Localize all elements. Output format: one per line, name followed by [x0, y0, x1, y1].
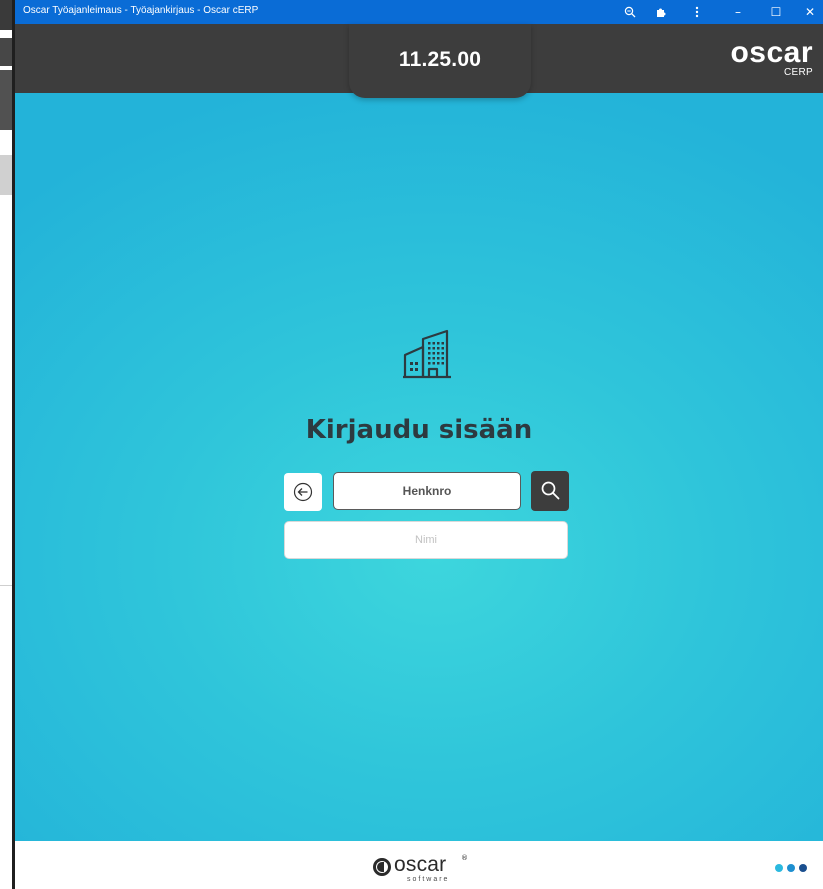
clock-tab: 11.25.00: [349, 24, 531, 98]
search-button[interactable]: [531, 471, 569, 511]
back-arrow-icon: [293, 482, 313, 502]
login-title: Kirjaudu sisään: [305, 415, 533, 445]
zoom-icon[interactable]: [621, 3, 639, 21]
clock: 11.25.00: [398, 48, 482, 71]
title-bar: Oscar Työajanleimaus - Työajankirjaus - …: [15, 0, 823, 24]
dot-2: [787, 864, 795, 872]
dot-1: [775, 864, 783, 872]
login-panel: Kirjaudu sisään: [15, 93, 823, 841]
close-button[interactable]: ✕: [801, 3, 819, 21]
logo-mark-icon: [373, 858, 391, 876]
dot-3: [799, 864, 807, 872]
brand-logo: oscar CERP: [730, 36, 813, 78]
background-window-strip: [0, 0, 12, 889]
search-icon: [541, 481, 560, 500]
minimize-button[interactable]: –: [729, 3, 747, 21]
building-icon: [401, 327, 453, 379]
app-window: Oscar Työajanleimaus - Työajankirjaus - …: [15, 0, 823, 889]
footer-logo-word: oscar: [394, 853, 447, 876]
employee-number-input[interactable]: [333, 472, 521, 510]
kebab-menu-icon[interactable]: [688, 3, 706, 21]
footer-logo-reg: ®: [461, 854, 468, 862]
back-button[interactable]: [284, 473, 322, 511]
puzzle-icon[interactable]: [652, 3, 670, 21]
maximize-button[interactable]: ☐: [767, 3, 785, 21]
brand-word: oscar: [730, 36, 813, 69]
window-title: Oscar Työajanleimaus - Työajankirjaus - …: [23, 5, 259, 16]
app-footer: oscar ® software: [15, 841, 823, 889]
name-input[interactable]: [284, 521, 568, 559]
footer-logo-tagline: software: [407, 876, 450, 883]
brand-sub: CERP: [784, 67, 813, 78]
